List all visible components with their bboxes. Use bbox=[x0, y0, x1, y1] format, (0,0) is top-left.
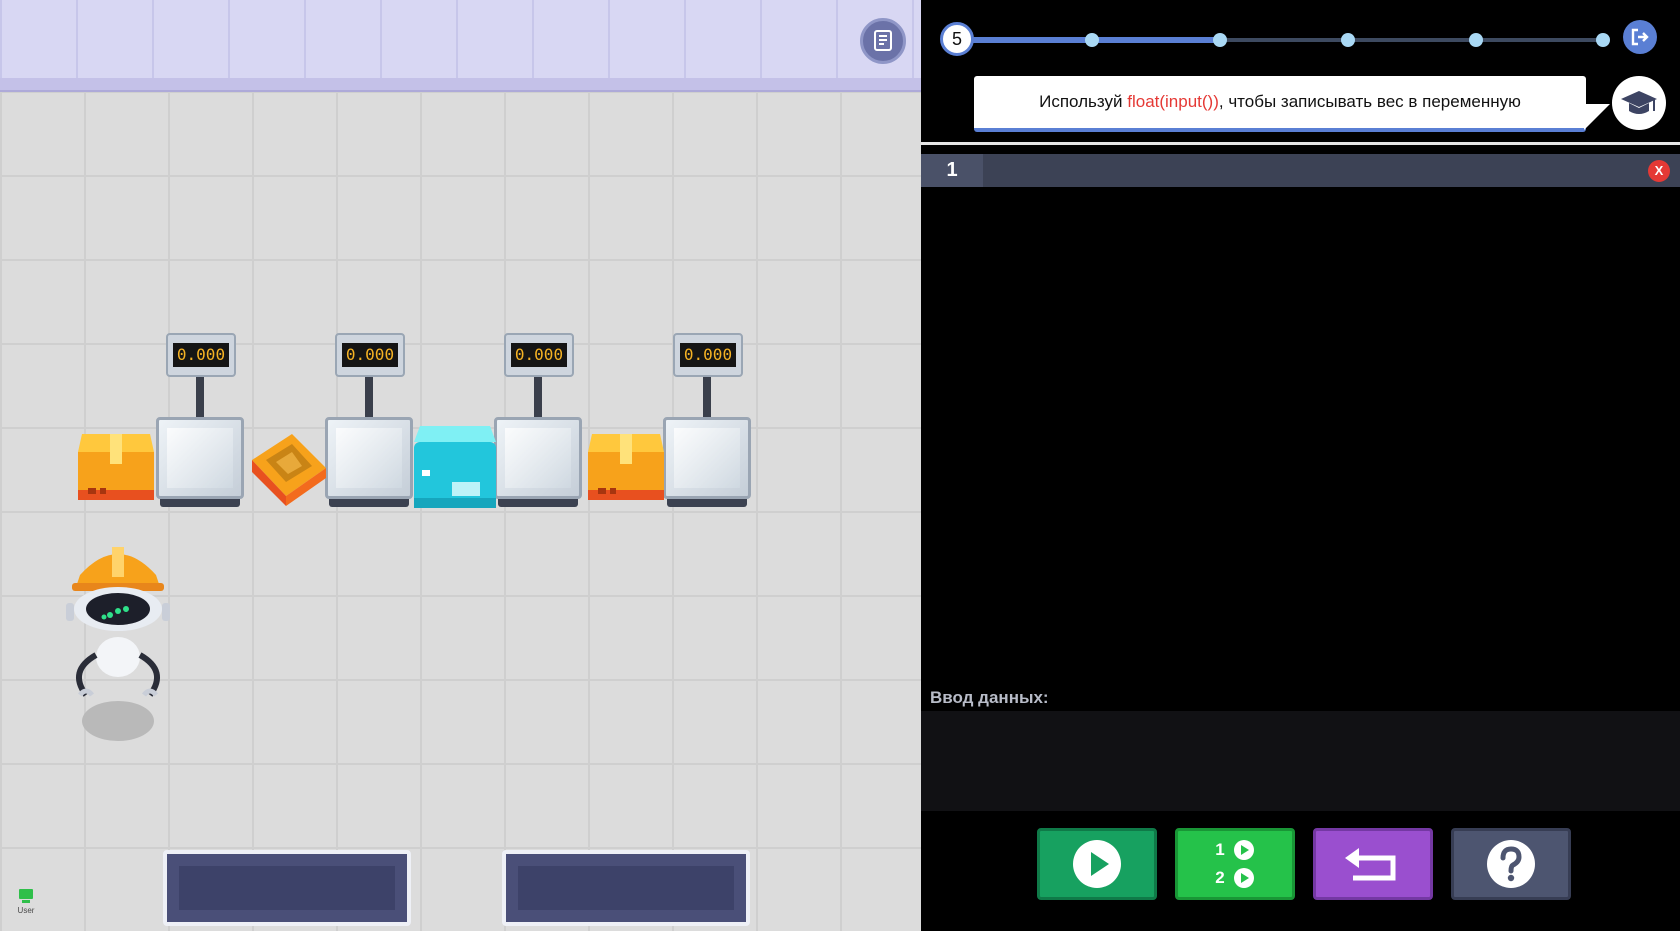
scale-pole bbox=[196, 377, 204, 417]
wall-trim bbox=[0, 78, 921, 90]
scale-reading: 0.000 bbox=[680, 343, 736, 367]
scale-pole bbox=[703, 377, 711, 417]
scale-base bbox=[160, 499, 240, 507]
play-small-icon bbox=[1233, 840, 1254, 860]
user-indicator: User bbox=[14, 888, 38, 918]
scale-base bbox=[667, 499, 747, 507]
hint-bubble-tail bbox=[1584, 104, 1610, 130]
user-label: User bbox=[17, 906, 35, 915]
scale-reading: 0.000 bbox=[342, 343, 398, 367]
scale-display: 0.000 bbox=[166, 333, 236, 377]
scale-reading: 0.000 bbox=[511, 343, 567, 367]
help-button[interactable] bbox=[1451, 828, 1571, 900]
scale-plate bbox=[325, 417, 413, 499]
header-divider bbox=[921, 142, 1680, 145]
teacher-button[interactable] bbox=[1612, 76, 1666, 130]
scale-base bbox=[329, 499, 409, 507]
scale-2: 0.000 bbox=[325, 333, 417, 509]
level-dot-2[interactable] bbox=[1213, 33, 1227, 47]
computer-icon bbox=[19, 889, 33, 903]
orange-box-2 bbox=[588, 434, 664, 500]
close-tab-button[interactable]: X bbox=[1648, 160, 1670, 182]
robot-character bbox=[66, 547, 170, 741]
step-label-2: 2 bbox=[1215, 868, 1225, 887]
hint-bubble: Используй float(input()) , чтобы записыв… bbox=[974, 76, 1586, 132]
code-editor[interactable] bbox=[921, 188, 1680, 684]
exit-button[interactable] bbox=[1623, 20, 1657, 54]
step-row-2: 2 bbox=[1215, 867, 1254, 889]
output-conveyor-1 bbox=[163, 850, 411, 926]
scale-pole bbox=[365, 377, 373, 417]
current-level-badge[interactable]: 5 bbox=[940, 22, 974, 56]
scale-3: 0.000 bbox=[494, 333, 586, 509]
output-conveyor-2 bbox=[502, 850, 750, 926]
scale-1: 0.000 bbox=[156, 333, 248, 509]
scale-4: 0.000 bbox=[663, 333, 755, 509]
question-icon bbox=[1487, 840, 1535, 888]
scale-reading: 0.000 bbox=[173, 343, 229, 367]
play-icon bbox=[1073, 840, 1121, 888]
level-dot-1[interactable] bbox=[1085, 33, 1099, 47]
hint-suffix: , чтобы записывать вес в переменную bbox=[1218, 92, 1521, 111]
scale-plate bbox=[156, 417, 244, 499]
hint-code: float(input()) bbox=[1127, 92, 1219, 111]
code-tab-bar bbox=[921, 154, 1680, 187]
step-label-1: 1 bbox=[1215, 840, 1225, 859]
exit-icon bbox=[1631, 28, 1649, 46]
reset-button[interactable] bbox=[1313, 828, 1433, 900]
input-data-field[interactable] bbox=[921, 711, 1680, 811]
game-field: 0.000 0.000 0.000 0.000 User bbox=[0, 0, 921, 931]
scale-display: 0.000 bbox=[335, 333, 405, 377]
cyan-box bbox=[414, 426, 496, 508]
conveyor-belt bbox=[179, 866, 395, 910]
scale-display: 0.000 bbox=[673, 333, 743, 377]
code-tab-1[interactable]: 1 bbox=[921, 154, 983, 187]
input-data-label: Ввод данных: bbox=[930, 688, 1049, 707]
hint-prefix: Используй bbox=[1039, 92, 1128, 111]
undo-arrow-icon bbox=[1345, 848, 1396, 881]
scale-display: 0.000 bbox=[504, 333, 574, 377]
scale-plate bbox=[494, 417, 582, 499]
scroll-icon bbox=[874, 30, 892, 51]
level-dot-3[interactable] bbox=[1341, 33, 1355, 47]
open-box bbox=[252, 434, 326, 506]
level-dot-5[interactable] bbox=[1596, 33, 1610, 47]
conveyor-belt bbox=[518, 866, 734, 910]
step-run-button[interactable]: 1 2 bbox=[1175, 828, 1295, 900]
graduation-cap-icon bbox=[1621, 91, 1657, 114]
app-root: 0.000 0.000 0.000 0.000 User 5 Используй… bbox=[0, 0, 1680, 931]
play-small-icon bbox=[1233, 868, 1254, 888]
step-row-1: 1 bbox=[1215, 839, 1254, 861]
orange-box-1 bbox=[78, 434, 154, 500]
scale-base bbox=[498, 499, 578, 507]
scale-plate bbox=[663, 417, 751, 499]
scale-pole bbox=[534, 377, 542, 417]
step-icon-group: 1 2 bbox=[1215, 839, 1254, 889]
task-scroll-button[interactable] bbox=[860, 18, 906, 64]
run-button[interactable] bbox=[1037, 828, 1157, 900]
level-dot-4[interactable] bbox=[1469, 33, 1483, 47]
